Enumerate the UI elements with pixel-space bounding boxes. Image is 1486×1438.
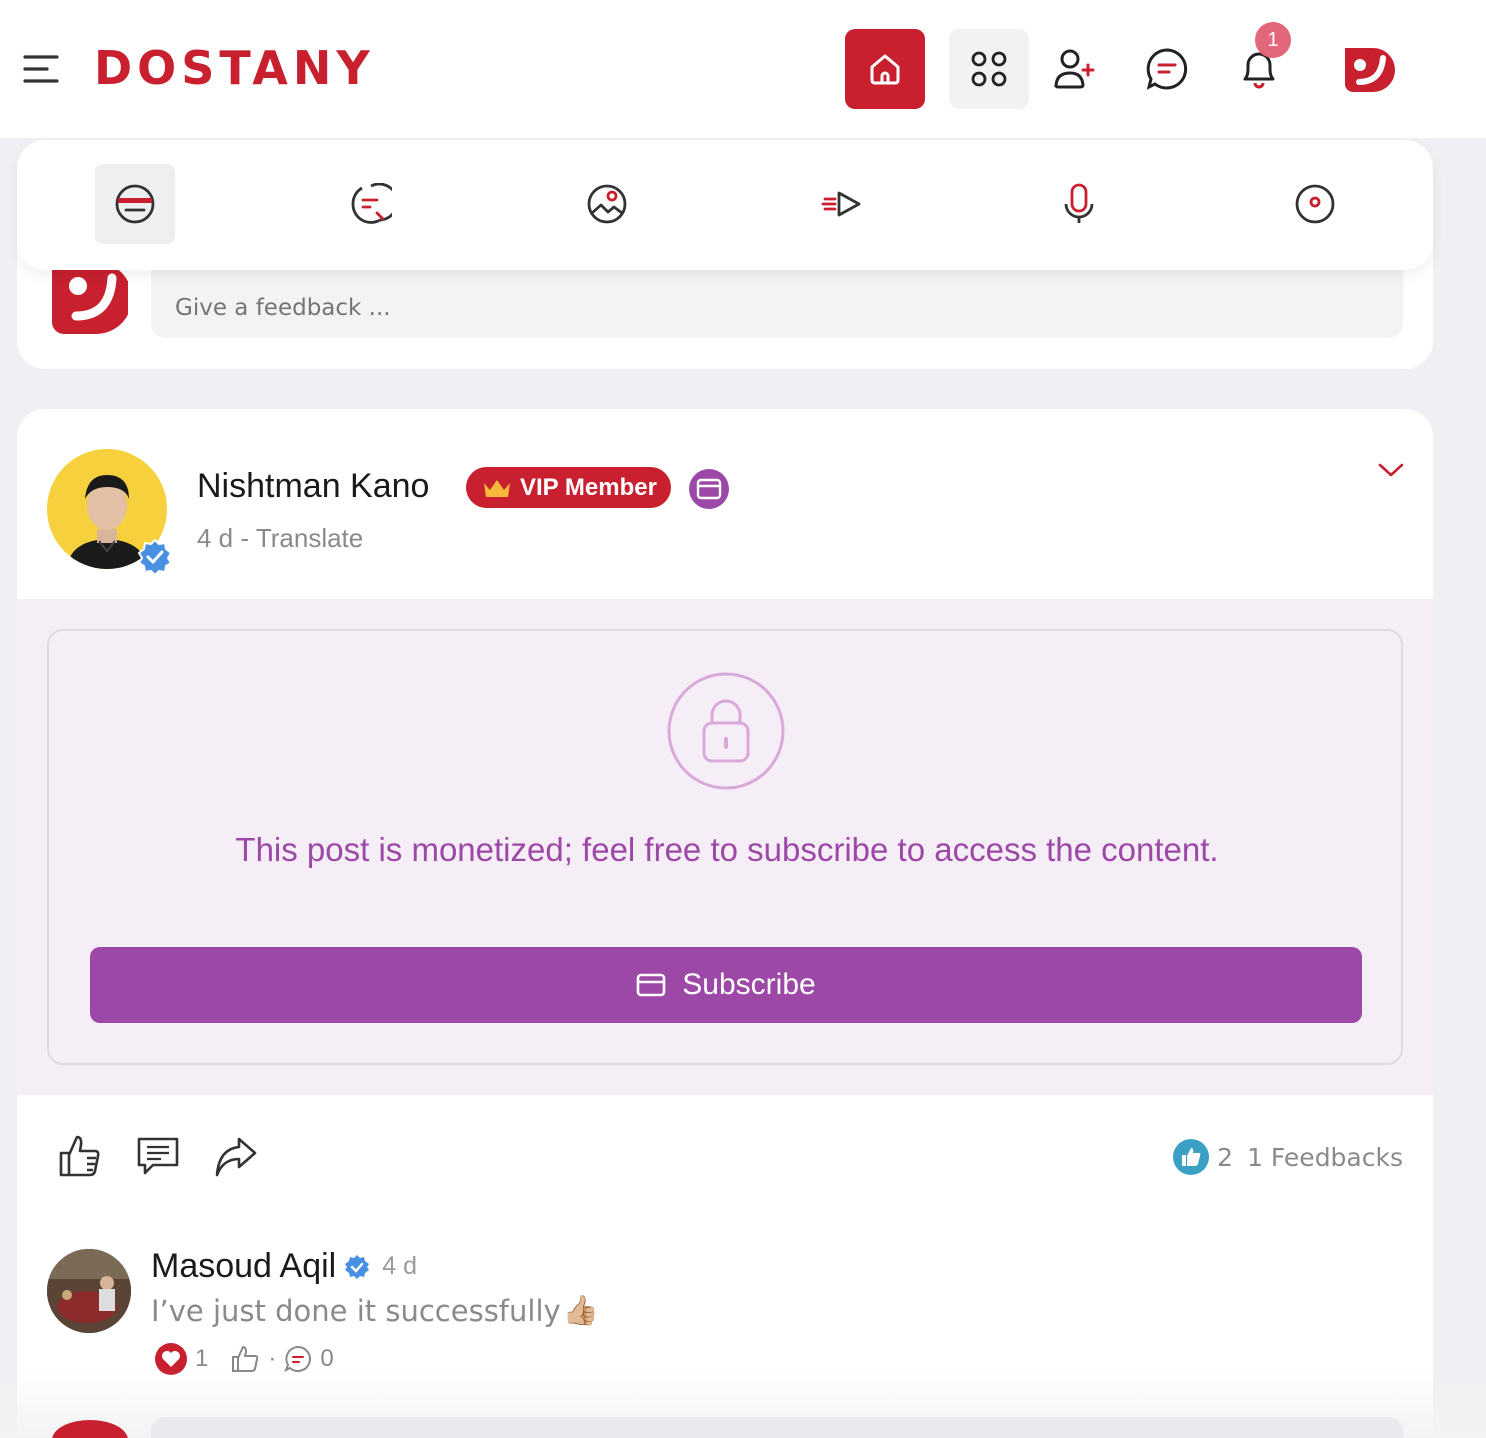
lock-icon (666, 671, 786, 791)
top-bar: DOSTANY 1 (0, 0, 1486, 138)
reply-count: 0 (320, 1345, 334, 1372)
verified-icon (136, 538, 174, 577)
home-button[interactable] (845, 29, 925, 109)
share-button[interactable] (211, 1131, 261, 1181)
subscribe-button[interactable]: Subscribe (90, 947, 1362, 1023)
chat-bubble-icon (351, 183, 392, 224)
text-post-icon (115, 184, 155, 224)
post-meta: 4 d - Translate (197, 523, 363, 554)
subscribe-label: Subscribe (682, 968, 816, 1001)
meta-separator: - (240, 523, 250, 553)
author-name[interactable]: Nishtman Kano (197, 467, 429, 506)
monetized-badge (689, 469, 729, 509)
post-age: 4 d (197, 523, 234, 553)
like-button[interactable] (55, 1131, 105, 1181)
brand-mark-icon (52, 262, 132, 334)
post-type-location-button[interactable] (1275, 164, 1355, 244)
post-type-audio-button[interactable] (1039, 164, 1119, 244)
comment-button[interactable] (133, 1131, 183, 1181)
locked-box: This post is monetized; feel free to sub… (47, 629, 1403, 1065)
post-card: Nishtman Kano VIP Member 4 d - Translate… (17, 409, 1433, 1438)
post-type-photo-button[interactable] (567, 164, 647, 244)
apps-button[interactable] (949, 29, 1029, 109)
image-icon (587, 184, 627, 224)
profile-avatar[interactable] (1337, 40, 1397, 100)
commenter-avatar[interactable] (47, 1249, 131, 1333)
home-icon (870, 54, 900, 85)
composer-avatar (52, 262, 132, 336)
play-speed-icon (821, 191, 861, 217)
comment-text: I’ve just done it successfully (151, 1293, 561, 1328)
locked-content: This post is monetized; feel free to sub… (17, 599, 1433, 1095)
share-icon (215, 1137, 257, 1177)
like-count: 2 (1217, 1142, 1234, 1172)
reply-input[interactable] (151, 1417, 1403, 1438)
post-type-feeling-button[interactable] (331, 164, 411, 244)
lock-message: This post is monetized; feel free to sub… (235, 831, 1219, 868)
feedback-input[interactable] (151, 258, 1403, 338)
brand-name: DOSTANY (94, 41, 375, 95)
add-friend-button[interactable] (1034, 29, 1114, 109)
credit-card-icon (696, 478, 722, 500)
chevron-down-icon[interactable] (1377, 459, 1405, 481)
messages-button[interactable] (1127, 29, 1207, 109)
vip-badge: VIP Member (466, 467, 671, 508)
notification-badge: 1 (1255, 22, 1291, 58)
post-type-video-button[interactable] (803, 164, 883, 244)
microphone-icon (1064, 183, 1094, 223)
comment-emoji: 👍🏼 (562, 1293, 599, 1327)
translate-link[interactable]: Translate (256, 523, 363, 553)
reaction-summary[interactable]: 2 1 Feedbacks (1173, 1139, 1403, 1175)
chat-icon (1146, 48, 1188, 90)
heart-count: 1 (195, 1345, 209, 1372)
post-type-text-button[interactable] (95, 164, 175, 244)
avatar-photo-icon (47, 1249, 131, 1333)
comment-age: 4 d (382, 1252, 417, 1280)
vip-badge-label: VIP Member (520, 473, 657, 501)
reply-icon[interactable] (284, 1345, 312, 1373)
like-reaction-icon (1173, 1139, 1210, 1175)
user-plus-icon (1054, 49, 1095, 89)
location-icon (1295, 184, 1335, 224)
composer-toolbar (17, 140, 1433, 270)
commenter-name[interactable]: Masoud Aqil (151, 1247, 336, 1286)
commenter-name-row: Masoud Aqil 4 d (151, 1247, 417, 1286)
comment-text-row: I’ve just done it successfully 👍🏼 (151, 1293, 599, 1328)
feedback-count[interactable]: 1 Feedbacks (1247, 1143, 1403, 1172)
brand-mark-icon (1345, 48, 1395, 92)
stats-separator: · (268, 1345, 277, 1372)
brand-logo[interactable]: DOSTANY (94, 40, 375, 96)
credit-card-icon (636, 973, 666, 997)
grid-icon (971, 51, 1007, 87)
menu-icon[interactable] (22, 52, 60, 86)
verified-icon (345, 1254, 370, 1279)
thumbs-up-icon (59, 1135, 100, 1177)
crown-icon (484, 479, 510, 497)
comment-icon (137, 1137, 179, 1175)
